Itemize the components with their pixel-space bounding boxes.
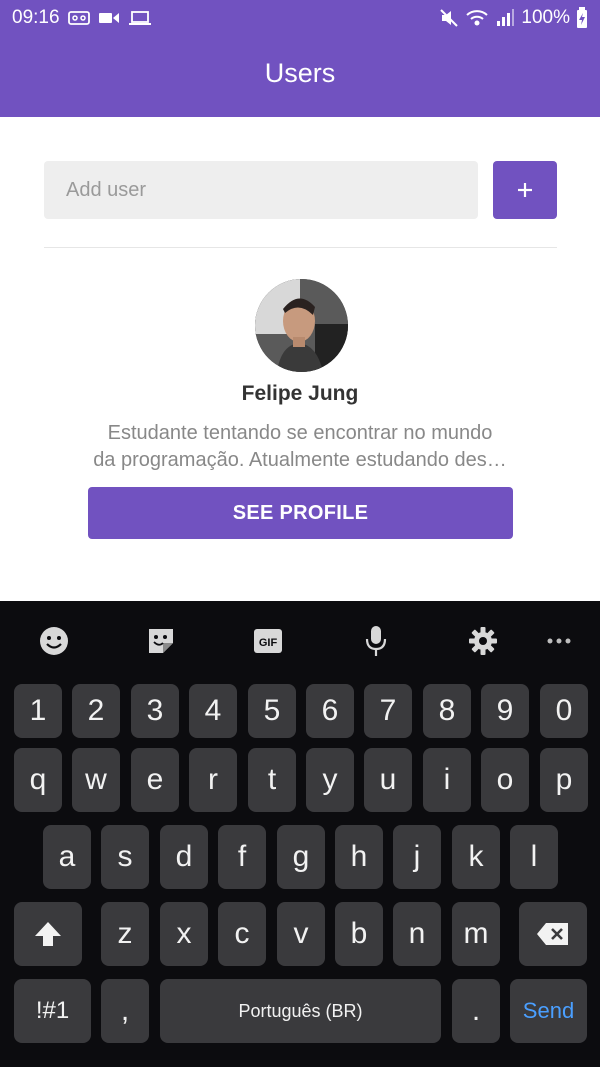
- key-6[interactable]: 6: [306, 684, 354, 738]
- key-e[interactable]: e: [131, 748, 179, 812]
- more-icon[interactable]: [541, 623, 577, 659]
- divider: [44, 247, 557, 248]
- key-t[interactable]: t: [248, 748, 296, 812]
- key-d[interactable]: d: [160, 825, 208, 889]
- key-l[interactable]: l: [510, 825, 558, 889]
- key-c[interactable]: c: [218, 902, 266, 966]
- key-0[interactable]: 0: [540, 684, 588, 738]
- key-v[interactable]: v: [277, 902, 325, 966]
- user-name: Felipe Jung: [241, 382, 359, 405]
- send-key[interactable]: Send: [510, 979, 587, 1043]
- battery-charging-icon: [576, 7, 588, 29]
- key-7[interactable]: 7: [364, 684, 412, 738]
- shift-icon: [35, 922, 61, 946]
- space-key[interactable]: Português (BR): [160, 979, 441, 1043]
- add-user-input[interactable]: [44, 161, 478, 219]
- shift-key[interactable]: [14, 902, 82, 966]
- wifi-icon: [465, 8, 489, 28]
- key-p[interactable]: p: [540, 748, 588, 812]
- app-screen: 09:16 100% Users Add user Felipe Jung Es…: [0, 0, 600, 1067]
- key-z[interactable]: z: [101, 902, 149, 966]
- keyboard-toolbar: GIF: [0, 601, 600, 681]
- key-n[interactable]: n: [393, 902, 441, 966]
- key-g[interactable]: g: [277, 825, 325, 889]
- keyboard: GIF 1 2 3 4 5 6 7 8 9 0 q w e r t y u i …: [0, 601, 600, 1067]
- user-bio: Estudante tentando se encontrar no mundo…: [72, 420, 528, 474]
- signal-icon: [495, 8, 515, 28]
- key-u[interactable]: u: [364, 748, 412, 812]
- key-1[interactable]: 1: [14, 684, 62, 738]
- key-j[interactable]: j: [393, 825, 441, 889]
- settings-icon[interactable]: [465, 623, 501, 659]
- key-a[interactable]: a: [43, 825, 91, 889]
- comma-key[interactable]: ,: [101, 979, 149, 1043]
- video-camera-icon: [98, 10, 120, 26]
- key-3[interactable]: 3: [131, 684, 179, 738]
- voicemail-icon: [67, 10, 90, 26]
- key-4[interactable]: 4: [189, 684, 237, 738]
- app-bar: 09:16 100% Users: [0, 0, 600, 117]
- key-i[interactable]: i: [423, 748, 471, 812]
- key-w[interactable]: w: [72, 748, 120, 812]
- add-user-button[interactable]: [493, 161, 557, 219]
- emoji-icon[interactable]: [36, 623, 72, 659]
- period-key[interactable]: .: [452, 979, 500, 1043]
- key-b[interactable]: b: [335, 902, 383, 966]
- avatar: [255, 279, 348, 372]
- key-x[interactable]: x: [160, 902, 208, 966]
- user-bio-line-1: Estudante tentando se encontrar no mundo: [107, 422, 493, 444]
- mute-icon: [439, 8, 459, 28]
- key-f[interactable]: f: [218, 825, 266, 889]
- key-h[interactable]: h: [335, 825, 383, 889]
- backspace-key[interactable]: [519, 902, 587, 966]
- laptop-icon: [128, 10, 152, 26]
- symbols-key[interactable]: !#1: [14, 979, 91, 1043]
- backspace-icon: [537, 923, 568, 945]
- key-8[interactable]: 8: [423, 684, 471, 738]
- key-s[interactable]: s: [101, 825, 149, 889]
- mic-icon[interactable]: [358, 623, 394, 659]
- battery-percent: 100%: [521, 7, 570, 28]
- gif-icon[interactable]: GIF: [250, 623, 286, 659]
- key-9[interactable]: 9: [481, 684, 529, 738]
- plus-icon: [518, 183, 532, 197]
- sticker-icon[interactable]: [143, 623, 179, 659]
- key-r[interactable]: r: [189, 748, 237, 812]
- gif-label: GIF: [259, 637, 278, 649]
- key-y[interactable]: y: [306, 748, 354, 812]
- key-o[interactable]: o: [481, 748, 529, 812]
- key-5[interactable]: 5: [248, 684, 296, 738]
- see-profile-button[interactable]: SEE PROFILE: [88, 487, 513, 539]
- key-k[interactable]: k: [452, 825, 500, 889]
- key-q[interactable]: q: [14, 748, 62, 812]
- page-title: Users: [264, 58, 336, 88]
- key-m[interactable]: m: [452, 902, 500, 966]
- user-bio-line-2: da programação. Atualmente estudando des…: [93, 449, 507, 471]
- status-time: 09:16: [12, 7, 60, 28]
- key-2[interactable]: 2: [72, 684, 120, 738]
- status-bar: 09:16 100%: [0, 0, 600, 36]
